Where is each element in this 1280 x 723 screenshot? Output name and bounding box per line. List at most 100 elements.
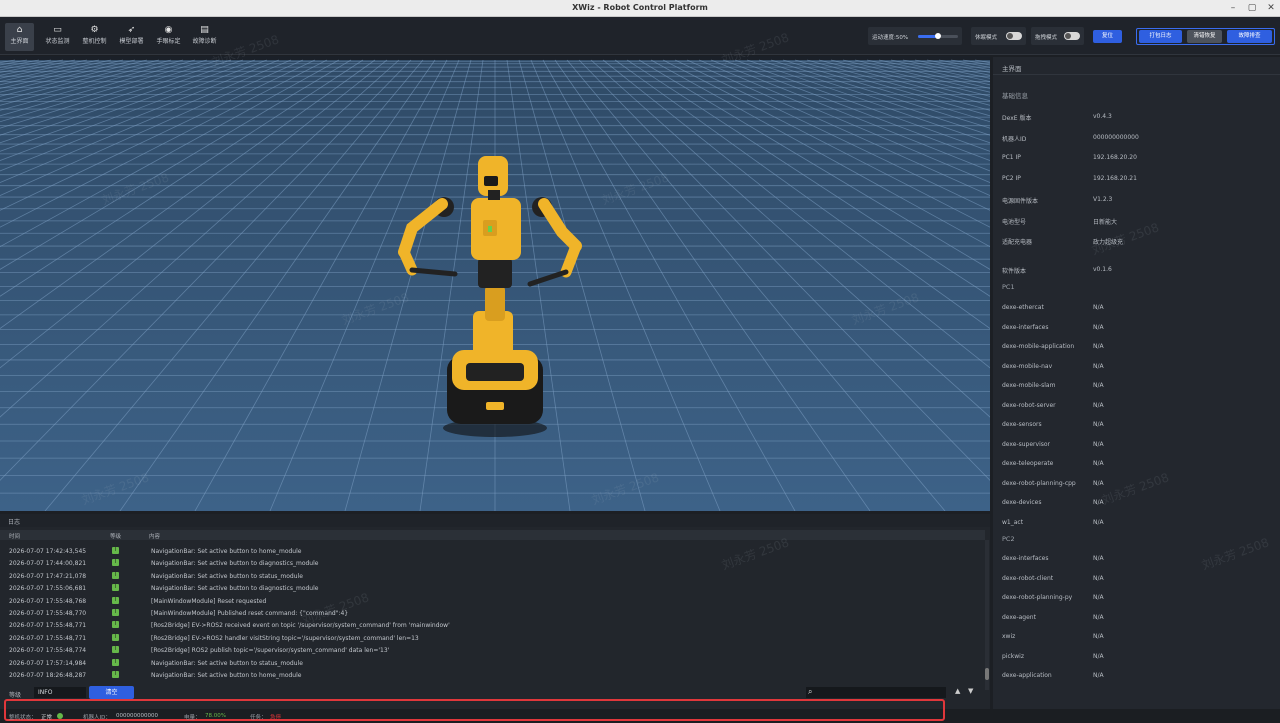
log-row[interactable]: 2026-07-07 17:42:43,545 I NavigationBar: S… [0, 545, 985, 557]
log-level-badge: I [112, 671, 119, 678]
log-time: 2026-07-07 17:55:48,770 [9, 610, 87, 617]
home-icon: ⌂ [16, 25, 23, 35]
basic-info-title: 基础信息 [1002, 92, 1028, 100]
nav-home-button[interactable]: ⌂ 主界面 [5, 23, 34, 51]
status-ok-dot-icon [57, 713, 63, 719]
log-time: 2026-07-07 17:55:48,774 [9, 647, 87, 655]
log-row[interactable]: 2026-07-07 18:26:48,287 I NavigationBar: S… [0, 669, 985, 681]
toolbar: ⌂ 主界面 ▭ 状态监测 ⚙ 整机控制 ➶ 模型部署 ◉ 手眼标定 ▤ 故障诊断 [0, 17, 1280, 55]
log-row[interactable]: 2026-07-07 17:55:48,768 I [MainWindowModul… [0, 595, 985, 607]
sleep-mode-label: 休眠模式 [975, 35, 998, 41]
minimize-icon[interactable]: – [1227, 2, 1239, 14]
info-key: DexE 版本 [1002, 115, 1032, 122]
log-row[interactable]: 2026-07-07 17:55:06,681 I NavigationBar: S… [0, 582, 985, 594]
log-row[interactable]: 2026-07-07 17:55:48,770 I [MainWindowModul… [0, 607, 985, 619]
speed-label: 运动速度:50% [872, 35, 909, 41]
nav-diagnostics-label: 故障诊断 [192, 38, 217, 45]
log-time: 2026-07-07 17:55:48,771 [9, 622, 87, 630]
info-key: pickwiz [1002, 652, 1024, 660]
info-value: N/A [1093, 304, 1104, 311]
info-value: N/A [1093, 518, 1104, 526]
clear-error-button[interactable]: 清错恢复 [1187, 30, 1222, 43]
nav-status-label: 状态监测 [45, 38, 70, 45]
info-key: 电源固件版本 [1002, 197, 1039, 205]
log-time: 2026-07-07 17:57:14,984 [9, 659, 87, 667]
info-key: xwiz [1002, 633, 1016, 640]
info-value: N/A [1093, 479, 1104, 487]
nav-home-label: 主界面 [10, 38, 29, 45]
info-key: dexe-teleoperate [1002, 460, 1054, 467]
log-scrollbar-thumb[interactable] [985, 668, 989, 680]
info-value: 日新能大 [1093, 218, 1118, 226]
col-level: 等级 [110, 534, 122, 540]
log-message: [Ros2Bridge] ROS2 publish topic='/superv… [151, 647, 390, 655]
log-message: NavigationBar: Set active button to diag… [151, 585, 319, 593]
log-row[interactable]: 2026-07-07 17:57:14,984 I NavigationBar: S… [0, 657, 985, 669]
log-level-badge: I [112, 609, 119, 616]
fault-clear-button[interactable]: 故障排查 [1227, 30, 1272, 43]
log-scrollbar[interactable] [985, 540, 989, 690]
info-value: 192.168.20.21 [1093, 175, 1137, 183]
robot-3d-viewport[interactable] [0, 56, 990, 511]
chevron-up-icon[interactable]: ▲ [955, 687, 960, 695]
info-value: 000000000000 [1093, 133, 1139, 141]
nav-deploy-button[interactable]: ➶ 模型部署 [115, 23, 148, 51]
nav-calibration-button[interactable]: ◉ 手眼标定 [152, 23, 185, 51]
drag-mode-toggle[interactable] [1064, 32, 1080, 40]
nav-status-button[interactable]: ▭ 状态监测 [41, 23, 74, 51]
software-version-label: 软件版本 [1002, 268, 1027, 275]
info-key: dexe-interfaces [1002, 323, 1049, 331]
log-filter-bar: 等级 INFO 清空 ⌕ ▲ ▼ [0, 686, 990, 700]
info-value: N/A [1093, 672, 1104, 679]
search-icon: ⌕ [808, 687, 813, 696]
info-value: N/A [1093, 652, 1104, 660]
info-key: dexe-devices [1002, 499, 1042, 506]
info-key: dexe-mobile-slam [1002, 382, 1056, 389]
info-key: dexe-application [1002, 672, 1052, 679]
info-key: dexe-robot-planning-py [1002, 594, 1073, 601]
sleep-mode-toggle[interactable] [1006, 32, 1022, 40]
info-key: dexe-ethercat [1002, 304, 1044, 311]
log-header-row: 时间 等级 内容 [0, 530, 985, 540]
log-message: [Ros2Bridge] EV->ROS2 received event on … [151, 622, 450, 630]
log-time: 2026-07-07 17:55:48,768 [9, 597, 87, 605]
log-search-input[interactable] [806, 687, 946, 698]
log-row[interactable]: 2026-07-07 17:47:21,078 I NavigationBar: S… [0, 570, 985, 582]
log-time: 2026-07-07 17:42:43,545 [9, 548, 87, 555]
log-row[interactable]: 2026-07-07 17:55:48,771 I [Ros2Bridge] EV-… [0, 619, 985, 631]
nav-diagnostics-button[interactable]: ▤ 故障诊断 [188, 23, 221, 51]
close-icon[interactable]: ✕ [1265, 2, 1277, 14]
nav-control-button[interactable]: ⚙ 整机控制 [78, 23, 111, 51]
nav-deploy-label: 模型部署 [119, 38, 144, 45]
level-filter-select[interactable]: INFO [34, 687, 86, 698]
info-value: V1.2.3 [1093, 195, 1113, 203]
log-row[interactable]: 2026-07-07 17:55:48,774 I [Ros2Bridge] ROS… [0, 644, 985, 656]
log-message: NavigationBar: Set active button to stat… [151, 659, 303, 667]
info-key: dexe-robot-server [1002, 401, 1056, 409]
speed-slider[interactable] [918, 33, 958, 39]
chevron-down-icon[interactable]: ▼ [968, 687, 973, 695]
info-key: dexe-agent [1002, 613, 1036, 621]
info-value: N/A [1093, 362, 1104, 370]
maximize-icon[interactable]: ▢ [1246, 2, 1258, 14]
log-message: NavigationBar: Set active button to home… [151, 548, 302, 555]
export-log-button[interactable]: 打包日志 [1139, 30, 1182, 43]
rocket-icon: ➶ [127, 25, 136, 35]
title-bar: XWiz - Robot Control Platform – ▢ ✕ [0, 0, 1280, 17]
sleep-mode-control: 休眠模式 [971, 27, 1026, 45]
reset-button[interactable]: 复位 [1093, 30, 1122, 43]
log-level-badge: I [112, 646, 119, 654]
info-key: dexe-mobile-application [1002, 343, 1075, 350]
log-row[interactable]: 2026-07-07 17:44:00,821 I NavigationBar: S… [0, 557, 985, 569]
clear-log-button[interactable]: 清空 [89, 686, 134, 699]
info-key: dexe-sensors [1002, 421, 1042, 428]
log-row[interactable]: 2026-07-07 17:55:48,771 I [Ros2Bridge] EV-… [0, 632, 985, 644]
pc2-title: PC2 [1002, 535, 1015, 543]
log-title: 日志 [0, 514, 990, 527]
info-value: N/A [1093, 499, 1104, 506]
speed-slider-handle[interactable] [935, 33, 941, 39]
log-message: NavigationBar: Set active button to diag… [151, 560, 319, 568]
log-time: 2026-07-07 17:55:06,681 [9, 585, 87, 593]
info-value: N/A [1093, 382, 1104, 389]
info-value: N/A [1093, 574, 1104, 582]
